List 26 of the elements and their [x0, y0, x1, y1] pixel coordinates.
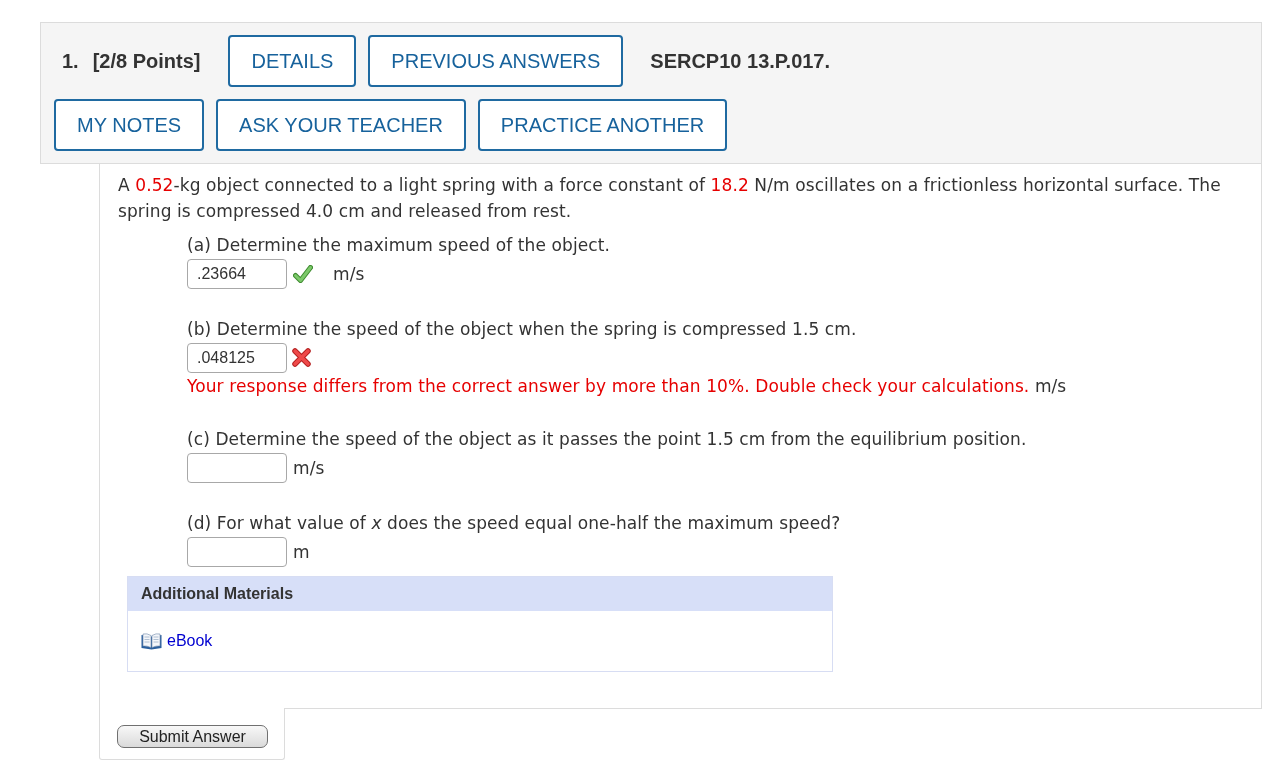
action-button[interactable]: PRACTICE ANOTHER	[477, 99, 728, 151]
unit-label: m	[293, 540, 310, 564]
materials-title: Additional Materials	[128, 577, 832, 611]
answer-field[interactable]: .048125	[187, 342, 287, 373]
points-label: [2/8 Points]	[92, 49, 201, 73]
problem-text: A 0.52-kg object connected to a light spring with a force constant of 18.2 N/m oscillates on a frictionless horizontal surface. The spring is compressed 4.0 cm and released from rest.	[118, 174, 1222, 223]
part-question: (a) Determine the maximum speed of the object.	[187, 234, 611, 257]
answer-field[interactable]: .23664	[187, 258, 287, 289]
part-question: (c) Determine the speed of the object as it passes the point 1.5 cm from the equilibrium position.	[187, 428, 1028, 451]
action-button[interactable]: ASK YOUR TEACHER	[216, 99, 466, 151]
problem-code: SERCP10 13.P.017.	[650, 49, 831, 73]
header-button[interactable]: DETAILS	[228, 35, 357, 87]
submit-button[interactable]: Submit Answer	[117, 725, 268, 748]
unit-label: m/s	[1034, 376, 1067, 396]
answer-field[interactable]	[187, 452, 287, 483]
header-button[interactable]: PREVIOUS ANSWERS	[368, 35, 624, 87]
unit-label: m/s	[333, 262, 365, 286]
book-icon	[141, 632, 162, 650]
part-question: (b) Determine the speed of the object when the spring is compressed 1.5 cm.	[187, 318, 858, 341]
ebook-link[interactable]: eBook	[167, 628, 213, 654]
feedback-text: Your response differs from the correct answer by more than 10%. Double check your calculations.	[187, 376, 1030, 396]
unit-label: m/s	[293, 456, 325, 480]
part-question: (d) For what value of x does the speed equal one-half the maximum speed?	[187, 512, 842, 535]
answer-field[interactable]	[187, 536, 287, 567]
question-number: 1.	[62, 49, 79, 73]
action-button[interactable]: MY NOTES	[54, 99, 205, 151]
